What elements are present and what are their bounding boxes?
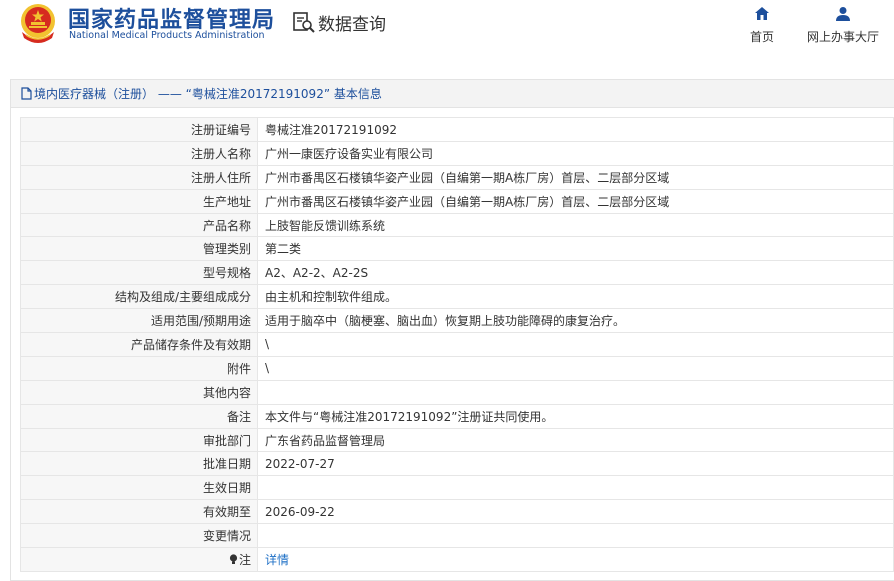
field-label: 变更情况 (20, 523, 258, 549)
info-row: 变更情况 (20, 523, 894, 549)
document-icon (21, 87, 32, 100)
info-row: 批准日期 2022-07-27 (20, 451, 894, 477)
field-label: 型号规格 (20, 260, 258, 286)
field-label: 结构及组成/主要组成成分 (20, 284, 258, 310)
field-value (257, 379, 894, 405)
note-value-cell: 详情 (257, 547, 894, 572)
field-label: 批准日期 (20, 451, 258, 477)
document-search-icon (293, 12, 315, 33)
field-label: 产品名称 (20, 212, 258, 238)
note-label-cell: 注 (20, 547, 258, 572)
field-label: 备注 (20, 403, 258, 429)
detail-link[interactable]: 详情 (265, 553, 289, 567)
note-label: 注 (238, 552, 251, 567)
panel-title: 境内医疗器械（注册） —— “粤械注准20172191092” 基本信息 (34, 87, 382, 101)
field-label: 注册证编号 (20, 117, 258, 142)
info-row: 结构及组成/主要组成成分 由主机和控制软件组成。 (20, 284, 894, 310)
field-value (257, 523, 894, 549)
panel-header: 境内医疗器械（注册） —— “粤械注准20172191092” 基本信息 (11, 80, 894, 108)
device-info-body: 注册证编号 粤械注准20172191092 注册人名称 广州一康医疗设备实业有限公司注… (20, 117, 894, 572)
field-value: 适用于脑卒中（脑梗塞、脑出血）恢复期上肢功能障碍的康复治疗。 (257, 308, 894, 334)
field-value: \ (257, 355, 894, 381)
info-row: 管理类别 第二类 (20, 236, 894, 262)
nav-online-hall-label: 网上办事大厅 (806, 30, 879, 44)
org-name-en: National Medical Products Administration (69, 30, 265, 41)
field-label: 生效日期 (20, 475, 258, 501)
note-row: 注详情 (20, 547, 894, 572)
info-row: 注册人住所 广州市番禺区石楼镇华姿产业园（自编第一期A栋厂房）首层、二层部分区域 (20, 164, 894, 190)
field-value: 广州市番禺区石楼镇华姿产业园（自编第一期A栋厂房）首层、二层部分区域 (257, 164, 894, 190)
field-value: 粤械注准20172191092 (257, 117, 894, 142)
field-value: 广州一康医疗设备实业有限公司 (257, 140, 894, 166)
device-info-table: 注册证编号 粤械注准20172191092 注册人名称 广州一康医疗设备实业有限公司注… (20, 117, 894, 572)
info-row: 附件 \ (20, 355, 894, 381)
field-label: 其他内容 (20, 379, 258, 405)
field-value (257, 475, 894, 501)
info-row: 适用范围/预期用途 适用于脑卒中（脑梗塞、脑出血）恢复期上肢功能障碍的康复治疗。 (20, 308, 894, 334)
detail-panel: 境内医疗器械（注册） —— “粤械注准20172191092” 基本信息 注册证… (10, 79, 894, 581)
nav-home-link[interactable]: 首页 (740, 6, 784, 46)
field-value: 由主机和控制软件组成。 (257, 284, 894, 310)
field-label: 附件 (20, 355, 258, 381)
field-label: 注册人名称 (20, 140, 258, 166)
info-row: 审批部门 广东省药品监督管理局 (20, 427, 894, 453)
field-value: A2、A2-2、A2-2S (257, 260, 894, 286)
info-row: 注册人名称 广州一康医疗设备实业有限公司 (20, 140, 894, 166)
field-value: 2022-07-27 (257, 451, 894, 477)
info-row: 型号规格 A2、A2-2、A2-2S (20, 260, 894, 286)
info-row: 生效日期 (20, 475, 894, 501)
home-icon (755, 7, 769, 20)
field-value: 广州市番禺区石楼镇华姿产业园（自编第一期A栋厂房）首层、二层部分区域 (257, 188, 894, 214)
data-query-title: 数据查询 (292, 9, 386, 35)
nav-home-label: 首页 (749, 30, 774, 44)
field-value: 广东省药品监督管理局 (257, 427, 894, 453)
info-row: 备注 本文件与“粤械注准20172191092”注册证共同使用。 (20, 403, 894, 429)
nav-online-hall-link[interactable]: 网上办事大厅 (800, 6, 886, 46)
info-row: 产品名称 上肢智能反馈训练系统 (20, 212, 894, 238)
info-row: 有效期至 2026-09-22 (20, 499, 894, 525)
field-value: 本文件与“粤械注准20172191092”注册证共同使用。 (257, 403, 894, 429)
info-row: 其他内容 (20, 379, 894, 405)
field-label: 有效期至 (20, 499, 258, 525)
field-value: \ (257, 332, 894, 357)
info-row: 注册证编号 粤械注准20172191092 (20, 117, 894, 142)
field-label: 管理类别 (20, 236, 258, 262)
site-header: 国家药品监督管理局 National Medical Products Admi… (0, 0, 894, 62)
info-row: 产品储存条件及有效期 \ (20, 332, 894, 357)
field-label: 注册人住所 (20, 164, 258, 190)
field-label: 产品储存条件及有效期 (20, 332, 258, 357)
info-row: 生产地址 广州市番禺区石楼镇华姿产业园（自编第一期A栋厂房）首层、二层部分区域 (20, 188, 894, 214)
national-emblem-icon (21, 4, 55, 43)
field-value: 2026-09-22 (257, 499, 894, 525)
query-label: 数据查询 (318, 14, 386, 35)
field-label: 审批部门 (20, 427, 258, 453)
field-value: 第二类 (257, 236, 894, 262)
lightbulb-icon (229, 554, 238, 564)
user-icon (836, 7, 850, 21)
field-label: 生产地址 (20, 188, 258, 214)
field-label: 适用范围/预期用途 (20, 308, 258, 334)
field-value: 上肢智能反馈训练系统 (257, 212, 894, 238)
